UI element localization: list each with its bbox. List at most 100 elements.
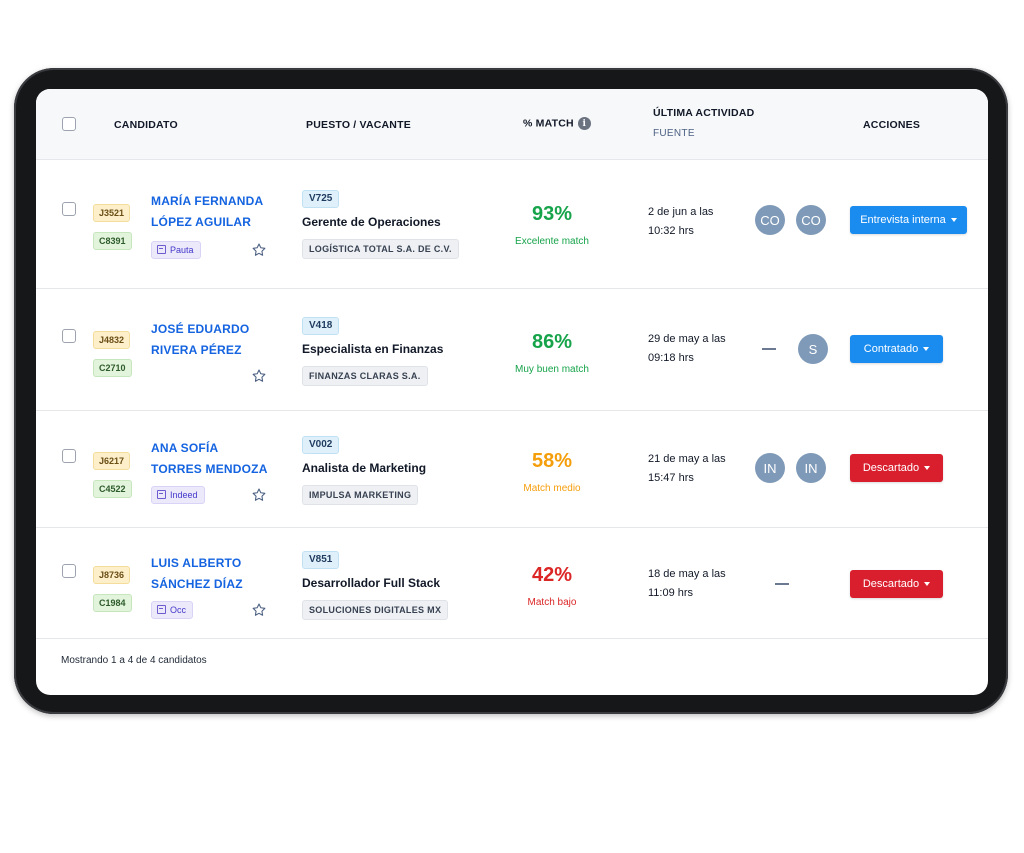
table-row: J6217 C4522 ANA SOFÍA TORRES MENDOZA Ind… (36, 411, 988, 528)
avatar: S (798, 334, 828, 364)
vacancy-code-badge: V725 (302, 190, 340, 208)
info-icon[interactable]: i (577, 117, 591, 130)
caret-down-icon (924, 582, 931, 586)
match-label: Excelente match (515, 236, 589, 247)
action-label: Contratado (863, 343, 919, 355)
candidate-code-badge: C2710 (93, 359, 132, 377)
activity-date: 21 de may a las (648, 453, 726, 465)
candidate-name-link[interactable]: MARÍA FERNANDA LÓPEZ AGUILAR (151, 191, 263, 233)
caret-down-icon (923, 347, 930, 351)
match-percentage: 42% (531, 564, 573, 586)
candidate-code-badge: C4522 (93, 480, 132, 498)
vacancy-title: Especialista en Finanzas (302, 342, 444, 356)
table-row: J3521 C8391 MARÍA FERNANDA LÓPEZ AGUILAR… (36, 159, 988, 289)
source-badge: Indeed (151, 486, 205, 504)
header-puesto[interactable]: PUESTO / VACANTE (306, 119, 411, 131)
row-checkbox[interactable] (62, 564, 76, 578)
candidate-name-first: ANA SOFÍA (151, 441, 219, 455)
pagination-summary: Mostrando 1 a 4 de 4 candidatos (61, 655, 207, 666)
candidate-name-first: MARÍA FERNANDA (151, 194, 264, 208)
company-badge: LOGÍSTICA TOTAL S.A. DE C.V. (302, 239, 459, 259)
match-label: Muy buen match (515, 364, 589, 375)
match-label: Match bajo (527, 597, 577, 608)
header-acciones: ACCIONES (863, 119, 921, 131)
activity-time: 15:47 hrs (648, 472, 694, 484)
candidate-name-last: RIVERA PÉREZ (151, 343, 242, 357)
company-badge: SOLUCIONES DIGITALES MX (302, 600, 449, 620)
source-icon (157, 605, 166, 614)
header-fuente[interactable]: FUENTE (653, 128, 695, 139)
job-code-badge: J3521 (93, 204, 131, 222)
last-activity: 2 de jun a las 10:32 hrs (648, 203, 713, 241)
row-checkbox[interactable] (62, 449, 76, 463)
select-all-checkbox[interactable] (62, 117, 76, 131)
star-icon[interactable] (251, 487, 267, 503)
company-badge: FINANZAS CLARAS S.A. (302, 366, 428, 386)
last-activity: 29 de may a las 09:18 hrs (648, 330, 726, 368)
source-badge: Occ (151, 601, 194, 619)
vacancy-code-badge: V418 (302, 317, 340, 335)
vacancy-title: Desarrollador Full Stack (302, 576, 441, 590)
last-activity: 21 de may a las 15:47 hrs (648, 450, 726, 488)
activity-date: 29 de may a las (648, 333, 726, 345)
star-icon[interactable] (251, 242, 267, 258)
activity-time: 10:32 hrs (648, 225, 694, 237)
job-code-badge: J6217 (93, 452, 131, 470)
avatar: IN (796, 453, 826, 483)
action-dropdown-button[interactable]: Contratado (850, 335, 943, 363)
no-source-dash (775, 583, 789, 585)
job-code-badge: J8736 (93, 566, 131, 584)
job-code-badge: J4832 (93, 331, 131, 349)
header-candidato[interactable]: CANDIDATO (114, 119, 178, 131)
table-row: J4832 C2710 JOSÉ EDUARDO RIVERA PÉREZ V4… (36, 289, 988, 411)
vacancy-code-badge: V002 (302, 436, 340, 454)
action-label: Descartado (862, 462, 920, 474)
row-checkbox[interactable] (62, 329, 76, 343)
action-label: Entrevista interna (860, 214, 946, 226)
candidate-name-link[interactable]: JOSÉ EDUARDO RIVERA PÉREZ (151, 319, 249, 361)
candidate-name-last: TORRES MENDOZA (151, 462, 268, 476)
avatar: CO (796, 205, 826, 235)
match-percentage: 93% (531, 203, 573, 225)
activity-time: 09:18 hrs (648, 352, 694, 364)
source-label: Indeed (170, 490, 198, 500)
action-dropdown-button[interactable]: Entrevista interna (850, 206, 967, 234)
candidate-name-last: LÓPEZ AGUILAR (151, 215, 252, 229)
header-match-label: % MATCH (523, 117, 574, 130)
match-percentage: 58% (531, 450, 573, 472)
no-source-dash (762, 348, 776, 350)
candidate-name-last: SÁNCHEZ DÍAZ (151, 577, 243, 591)
action-dropdown-button[interactable]: Descartado (850, 454, 943, 482)
header-ultima-actividad[interactable]: ÚLTIMA ACTIVIDAD (653, 107, 754, 119)
action-dropdown-button[interactable]: Descartado (850, 570, 943, 598)
star-icon[interactable] (251, 368, 267, 384)
source-label: Pauta (170, 245, 194, 255)
vacancy-code-badge: V851 (302, 551, 340, 569)
activity-date: 2 de jun a las (648, 206, 714, 218)
row-checkbox[interactable] (62, 202, 76, 216)
vacancy-title: Analista de Marketing (302, 461, 427, 475)
candidate-code-badge: C8391 (93, 232, 132, 250)
avatar: IN (755, 453, 785, 483)
candidate-name-link[interactable]: LUIS ALBERTO SÁNCHEZ DÍAZ (151, 553, 243, 595)
candidate-name-first: LUIS ALBERTO (151, 556, 242, 570)
candidate-code-badge: C1984 (93, 594, 132, 612)
company-badge: IMPULSA MARKETING (302, 485, 419, 505)
source-badge: Pauta (151, 241, 201, 259)
action-label: Descartado (862, 578, 920, 590)
candidates-table: CANDIDATO PUESTO / VACANTE % MATCH i ÚLTI… (36, 89, 988, 695)
candidate-name-link[interactable]: ANA SOFÍA TORRES MENDOZA (151, 438, 268, 480)
star-icon[interactable] (251, 602, 267, 618)
source-label: Occ (170, 605, 187, 615)
caret-down-icon (950, 218, 957, 222)
caret-down-icon (924, 466, 931, 470)
match-label: Match medio (523, 483, 581, 494)
candidate-name-first: JOSÉ EDUARDO (151, 322, 250, 336)
avatar: CO (755, 205, 785, 235)
vacancy-title: Gerente de Operaciones (302, 215, 441, 229)
match-percentage: 86% (531, 331, 573, 353)
header-match[interactable]: % MATCH i (523, 117, 591, 130)
activity-date: 18 de may a las (648, 568, 726, 580)
table-row: J8736 C1984 LUIS ALBERTO SÁNCHEZ DÍAZ Oc… (36, 528, 988, 639)
activity-time: 11:09 hrs (648, 587, 694, 599)
